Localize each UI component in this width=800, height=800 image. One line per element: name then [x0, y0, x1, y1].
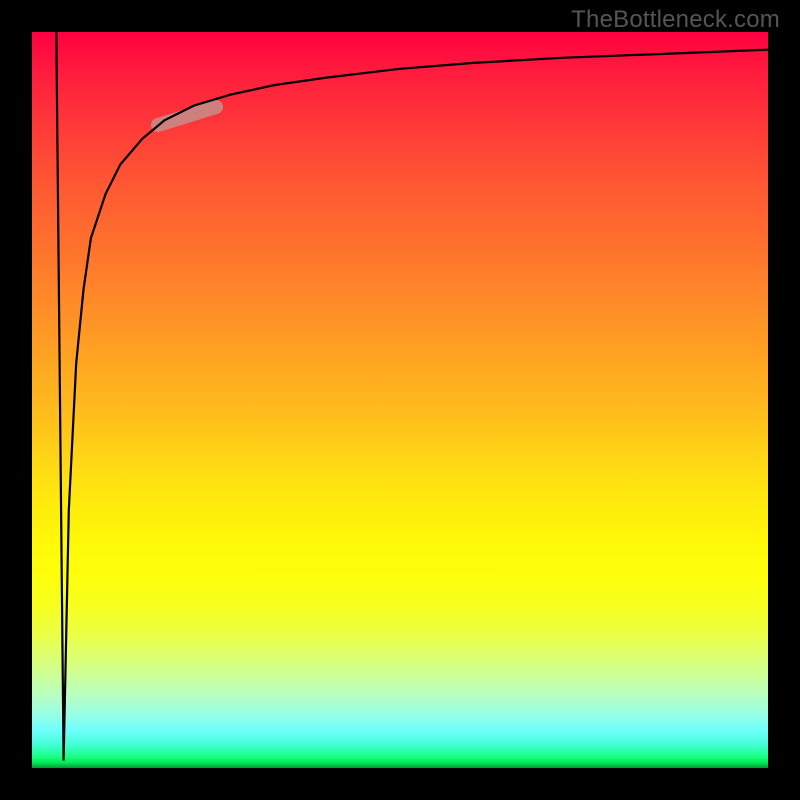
watermark-text: TheBottleneck.com [571, 6, 780, 34]
chart-frame: TheBottleneck.com [0, 0, 800, 800]
plot-area [32, 32, 768, 768]
